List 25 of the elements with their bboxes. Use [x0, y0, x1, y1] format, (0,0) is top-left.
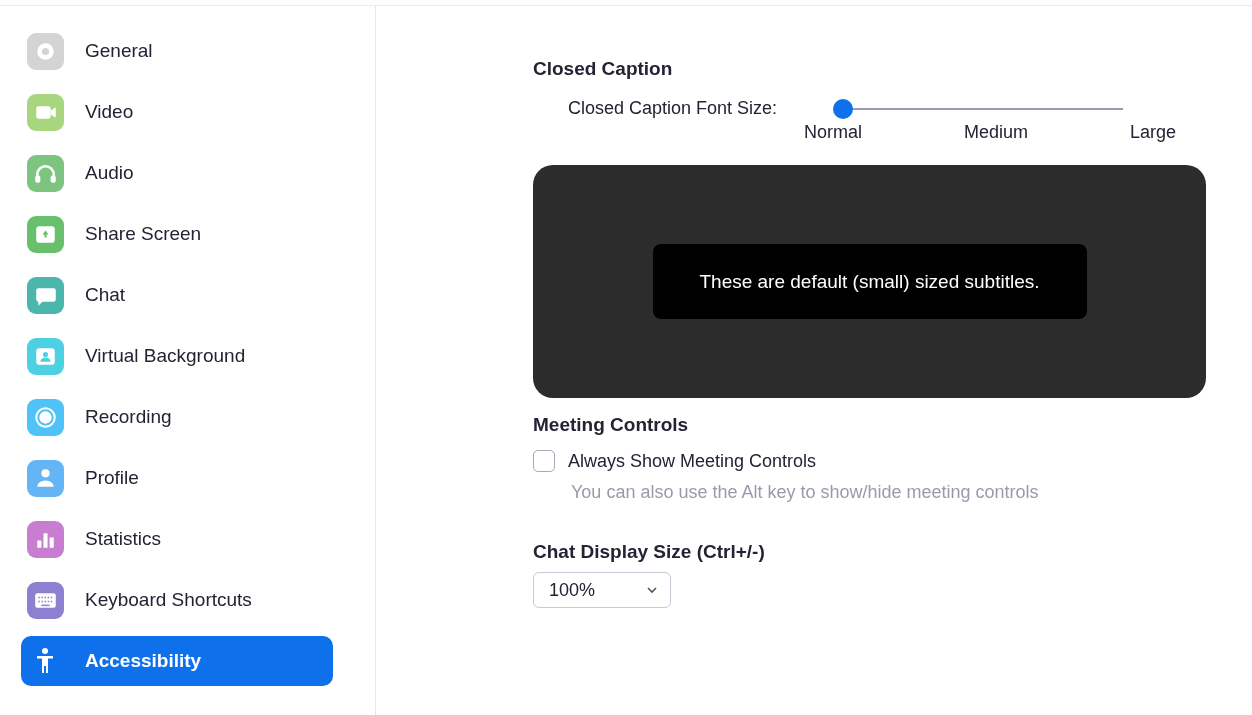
sidebar-item[interactable]: Video	[21, 87, 333, 137]
sidebar-item[interactable]: Virtual Background	[21, 331, 333, 381]
section-heading: Chat Display Size (Ctrl+/-)	[533, 541, 766, 563]
sidebar-item[interactable]: General	[21, 26, 333, 76]
sidebar-item[interactable]: Accessibility	[21, 636, 333, 686]
sidebar-item[interactable]: Statistics	[21, 514, 333, 564]
chevron-down-icon	[646, 586, 658, 594]
accessibility-icon	[37, 648, 53, 674]
sidebar-item[interactable]: Share Screen	[21, 209, 333, 259]
sidebar-item[interactable]: Keyboard Shortcuts	[21, 575, 333, 625]
checkbox-label: Always Show Meeting Controls	[568, 450, 817, 472]
slider-tick-label: Large	[1129, 122, 1176, 143]
size-dropdown[interactable]: 100%	[533, 572, 671, 608]
slider-tick-label: Normal	[804, 122, 862, 143]
sidebar-item[interactable]: Profile	[21, 453, 333, 503]
section-heading: Meeting Controls	[533, 414, 690, 436]
slider-thumb[interactable]	[833, 99, 853, 119]
sidebar-item[interactable]: Chat	[21, 270, 333, 320]
subtitle-sample: These are default (small) sized subtitles.	[652, 244, 1087, 319]
sidebar-item[interactable]: Recording	[21, 392, 333, 442]
hint-text: You can also use the Alt key to show/hide meeting controls	[571, 482, 1040, 503]
section-heading: Closed Caption	[533, 58, 674, 80]
sidebar-item[interactable]: Audio	[21, 148, 333, 198]
checkbox[interactable]	[533, 450, 555, 472]
slider-tick-label: Medium	[963, 122, 1028, 143]
